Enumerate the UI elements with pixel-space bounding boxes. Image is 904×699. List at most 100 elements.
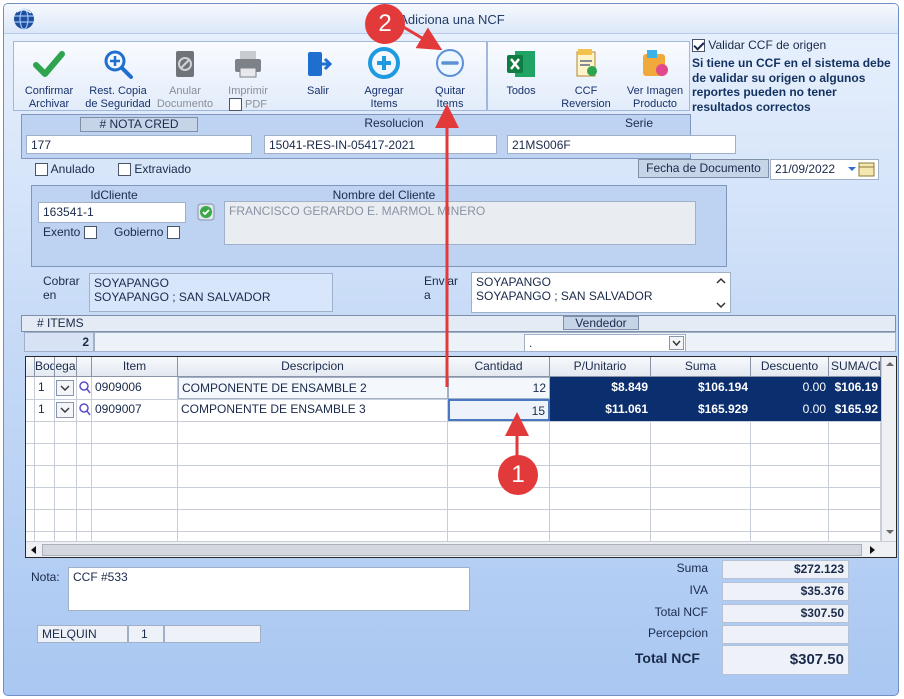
row-description[interactable]: COMPONENTE DE ENSAMBLE 2	[178, 377, 448, 399]
lookup-icon[interactable]	[78, 380, 91, 396]
row-sum: $165.929	[651, 399, 751, 421]
date-picker-button[interactable]	[846, 162, 878, 177]
exit-button[interactable]: Salir	[290, 46, 346, 110]
header-sum-cd[interactable]: SUMA/CD	[829, 357, 881, 377]
row-quantity[interactable]: 15	[448, 399, 550, 421]
extraviado-option[interactable]: Extraviado	[118, 162, 191, 177]
confirm-archive-button[interactable]: Confirmar Archivar	[18, 46, 80, 110]
add-label-1: Agregar	[364, 85, 404, 97]
add-label-2: Items	[370, 98, 398, 110]
grid-vertical-scrollbar[interactable]	[881, 357, 897, 541]
row-unit-price: $8.849	[550, 377, 651, 399]
header-description[interactable]: Descripcion	[178, 357, 448, 377]
resolucion-field[interactable]: 15041-RES-IN-05417-2021	[264, 135, 497, 154]
row-divider	[26, 531, 881, 532]
gobierno-option[interactable]: Gobierno	[114, 225, 180, 240]
image-label-1: Ver Imagen	[626, 85, 684, 97]
nota-field[interactable]: CCF #533	[68, 567, 470, 611]
grid-horizontal-scrollbar[interactable]	[26, 541, 896, 557]
address-scroll-arrows-icon[interactable]	[715, 275, 727, 311]
header-quantity[interactable]: Cantidad	[448, 357, 550, 377]
row-divider	[26, 443, 881, 444]
scroll-down-icon[interactable]	[882, 525, 897, 539]
row-divider	[26, 421, 881, 422]
pdf-option[interactable]: PDF	[219, 98, 277, 111]
row-discount[interactable]: 0.00	[751, 399, 829, 421]
iva-label: IVA	[689, 583, 708, 597]
enviar-label: Enviar a	[424, 274, 458, 302]
lookup-icon[interactable]	[78, 402, 91, 418]
exento-checkbox[interactable]	[83, 226, 97, 240]
scroll-up-icon[interactable]	[882, 357, 897, 371]
plus-circle-icon	[368, 47, 400, 79]
row-discount[interactable]: 0.00	[751, 377, 829, 399]
client-id-field[interactable]: 163541-1	[38, 202, 186, 223]
validate-ccf-option[interactable]: Validar CCF de origen	[692, 38, 896, 53]
export-all-button[interactable]: Todos	[494, 46, 548, 110]
add-items-button[interactable]: Agregar Items	[354, 46, 414, 110]
validate-ccf-note: Si tiene un CCF en el sistema debe de va…	[692, 56, 891, 114]
header-bodega-2[interactable]: ega	[55, 357, 77, 377]
chevron-down-icon	[60, 407, 70, 413]
toolbar-main: Confirmar Archivar Rest. Copia de Seguri…	[13, 41, 487, 111]
row-sum-cd: $165.92	[829, 399, 881, 421]
anulado-checkbox[interactable]	[35, 163, 48, 177]
header-discount[interactable]: Descuento	[751, 357, 829, 377]
void-document-icon	[176, 51, 194, 77]
void-document-button[interactable]: Anular Documento	[156, 46, 214, 110]
image-label-2: Producto	[632, 98, 678, 110]
row-description[interactable]: COMPONENTE DE ENSAMBLE 3	[178, 399, 448, 421]
row-quantity[interactable]: 12	[448, 377, 550, 399]
row-bodega-dropdown[interactable]	[56, 380, 74, 396]
horizontal-scroll-thumb[interactable]	[42, 544, 862, 556]
scroll-right-icon[interactable]	[866, 544, 878, 556]
gobierno-label: Gobierno	[114, 225, 164, 239]
extraviado-checkbox[interactable]	[118, 163, 131, 177]
void-label-2: Documento	[156, 98, 214, 110]
row-bodega[interactable]: 1	[35, 399, 55, 421]
nota-number-field[interactable]: 177	[26, 135, 252, 154]
cobrar-label-2: en	[43, 288, 57, 302]
app-window: Adiciona una NCF Confirmar Archivar Rest…	[3, 3, 899, 696]
toolbar-reports: Todos CCF Reversion Ver Imagen Producto	[487, 41, 690, 111]
client-id-label: IdCliente	[90, 188, 138, 202]
print-button[interactable]: Imprimir PDF	[219, 46, 277, 111]
enviar-address-field[interactable]: SOYAPANGO SOYAPANGO ; SAN SALVADOR	[471, 272, 731, 313]
footer-extra	[164, 625, 261, 643]
footer-number: 1	[128, 625, 164, 643]
printer-icon	[235, 51, 261, 78]
header-sum[interactable]: Suma	[651, 357, 751, 377]
row-indicator-column	[26, 357, 35, 557]
title-bar: Adiciona una NCF	[4, 4, 898, 34]
remove-items-button[interactable]: Quitar Items	[422, 46, 478, 110]
ccf-reversion-button[interactable]: CCF Reversion	[554, 46, 618, 110]
restore-backup-button[interactable]: Rest. Copia de Seguridad	[82, 46, 154, 110]
items-grid: Bod ega Item Descripcion Cantidad P/Unit…	[25, 356, 897, 558]
header-unit-price[interactable]: P/Unitario	[550, 357, 651, 377]
header-item[interactable]: Item	[92, 357, 178, 377]
row-item[interactable]: 0909007	[92, 399, 178, 421]
client-name-field[interactable]: FRANCISCO GERARDO E. MARMOL MINERO	[224, 201, 696, 245]
header-bodega[interactable]: Bod	[35, 357, 55, 377]
serie-field[interactable]: 21MS006F	[507, 135, 736, 154]
exento-option[interactable]: Exento	[43, 225, 97, 240]
gobierno-checkbox[interactable]	[166, 226, 180, 240]
exit-label: Salir	[306, 85, 329, 97]
anulado-option[interactable]: Anulado	[35, 162, 95, 177]
row-bodega-dropdown[interactable]	[56, 402, 74, 418]
pdf-checkbox[interactable]	[228, 98, 242, 111]
row-item[interactable]: 0909006	[92, 377, 178, 399]
row-bodega[interactable]: 1	[35, 377, 55, 399]
anulado-label: Anulado	[50, 162, 95, 176]
client-verified-button[interactable]	[197, 203, 215, 221]
vendedor-select[interactable]: .	[524, 334, 686, 352]
cobrar-address-field[interactable]: SOYAPANGO SOYAPANGO ; SAN SALVADOR	[89, 273, 333, 312]
view-image-button[interactable]: Ver Imagen Producto	[624, 46, 686, 110]
chevron-down-icon[interactable]	[669, 336, 684, 350]
product-image-icon	[643, 50, 668, 76]
validate-ccf-checkbox[interactable]	[692, 39, 705, 53]
scroll-left-icon[interactable]	[28, 544, 40, 556]
iva-value: $35.376	[722, 582, 849, 601]
minus-circle-icon	[436, 49, 464, 77]
items-bar-fill	[94, 332, 896, 352]
